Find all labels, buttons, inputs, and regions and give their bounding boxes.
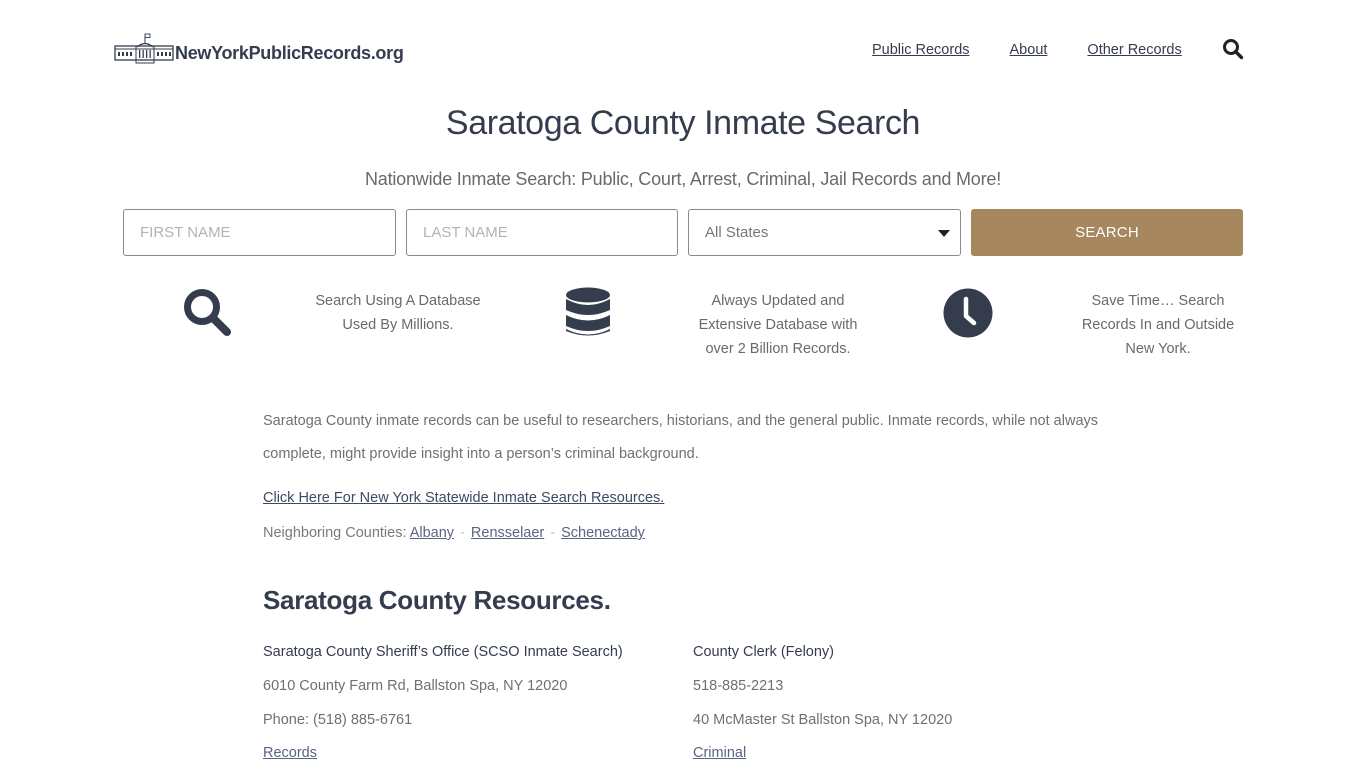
- clock-icon: [943, 288, 993, 338]
- features-row: Search Using A Database Used By Millions…: [0, 285, 1366, 365]
- resource-county-clerk: County Clerk (Felony) 518-885-2213 40 Mc…: [693, 642, 1113, 763]
- resource-address: 6010 County Farm Rd, Ballston Spa, NY 12…: [263, 678, 568, 694]
- resource-phone: 518-885-2213: [693, 678, 784, 694]
- state-select[interactable]: All States: [688, 209, 961, 256]
- page-title: Saratoga County Inmate Search: [445, 104, 921, 142]
- capitol-building-icon: [114, 33, 174, 64]
- separator: -: [550, 525, 556, 541]
- resource-phone: Phone: (518) 885-6761: [263, 711, 413, 728]
- search-icon[interactable]: [1222, 38, 1244, 60]
- main-content: Saratoga County inmate records can be us…: [263, 405, 1113, 761]
- database-icon: [566, 287, 610, 336]
- resource-criminal-link[interactable]: Criminal: [693, 745, 746, 761]
- intro-paragraph: Saratoga County inmate records can be us…: [263, 413, 1099, 462]
- neighboring-counties: Neighboring Counties: Albany - Rensselaer -…: [263, 525, 645, 541]
- separator: -: [460, 525, 465, 541]
- neighbor-link-rensselaer[interactable]: Rensselaer: [471, 525, 544, 541]
- resource-name: County Clerk (Felony): [693, 644, 835, 660]
- statewide-resources-link[interactable]: Click Here For New York Statewide Inmate…: [263, 490, 664, 506]
- resource-records-link[interactable]: Records: [263, 745, 317, 761]
- resource-address: 40 McMaster St Ballston Spa, NY 12020: [693, 711, 953, 728]
- site-header: NewYorkPublicRecords.org Public Records …: [0, 0, 1366, 100]
- first-name-input[interactable]: [123, 209, 396, 256]
- search-icon: [184, 289, 231, 336]
- neighbor-link-albany[interactable]: Albany: [410, 525, 454, 541]
- main-nav: Public Records About Other Records: [872, 40, 1222, 60]
- state-select-value: All States: [705, 224, 769, 241]
- caret-down-icon: [938, 230, 950, 237]
- inmate-search-form: All States SEARCH: [123, 209, 1243, 256]
- nav-about[interactable]: About: [1010, 40, 1048, 60]
- last-name-input[interactable]: [406, 209, 678, 256]
- site-logo[interactable]: NewYorkPublicRecords.org: [114, 32, 404, 64]
- logo-text: NewYorkPublicRecords.org: [175, 43, 404, 63]
- nav-other-records[interactable]: Other Records: [1087, 40, 1181, 60]
- neighbor-link-schenectady[interactable]: Schenectady: [561, 525, 645, 541]
- feature-text-save-time: Save Time… Search Records In and Outside…: [1081, 293, 1235, 357]
- feature-text-database-users: Search Using A Database Used By Millions…: [315, 293, 481, 333]
- neighbors-label: Neighboring Counties:: [263, 525, 407, 541]
- resource-sheriff-office: Saratoga County Sheriff’s Office (SCSO I…: [263, 642, 683, 763]
- resource-name: Saratoga County Sheriff’s Office (SCSO I…: [263, 644, 623, 660]
- page-subtitle: Nationwide Inmate Search: Public, Court,…: [364, 169, 1002, 189]
- nav-public-records[interactable]: Public Records: [872, 40, 970, 60]
- search-button[interactable]: SEARCH: [971, 209, 1243, 256]
- resources-heading: Saratoga County Resources.: [263, 585, 611, 615]
- feature-text-database-size: Always Updated and Extensive Database wi…: [698, 293, 858, 357]
